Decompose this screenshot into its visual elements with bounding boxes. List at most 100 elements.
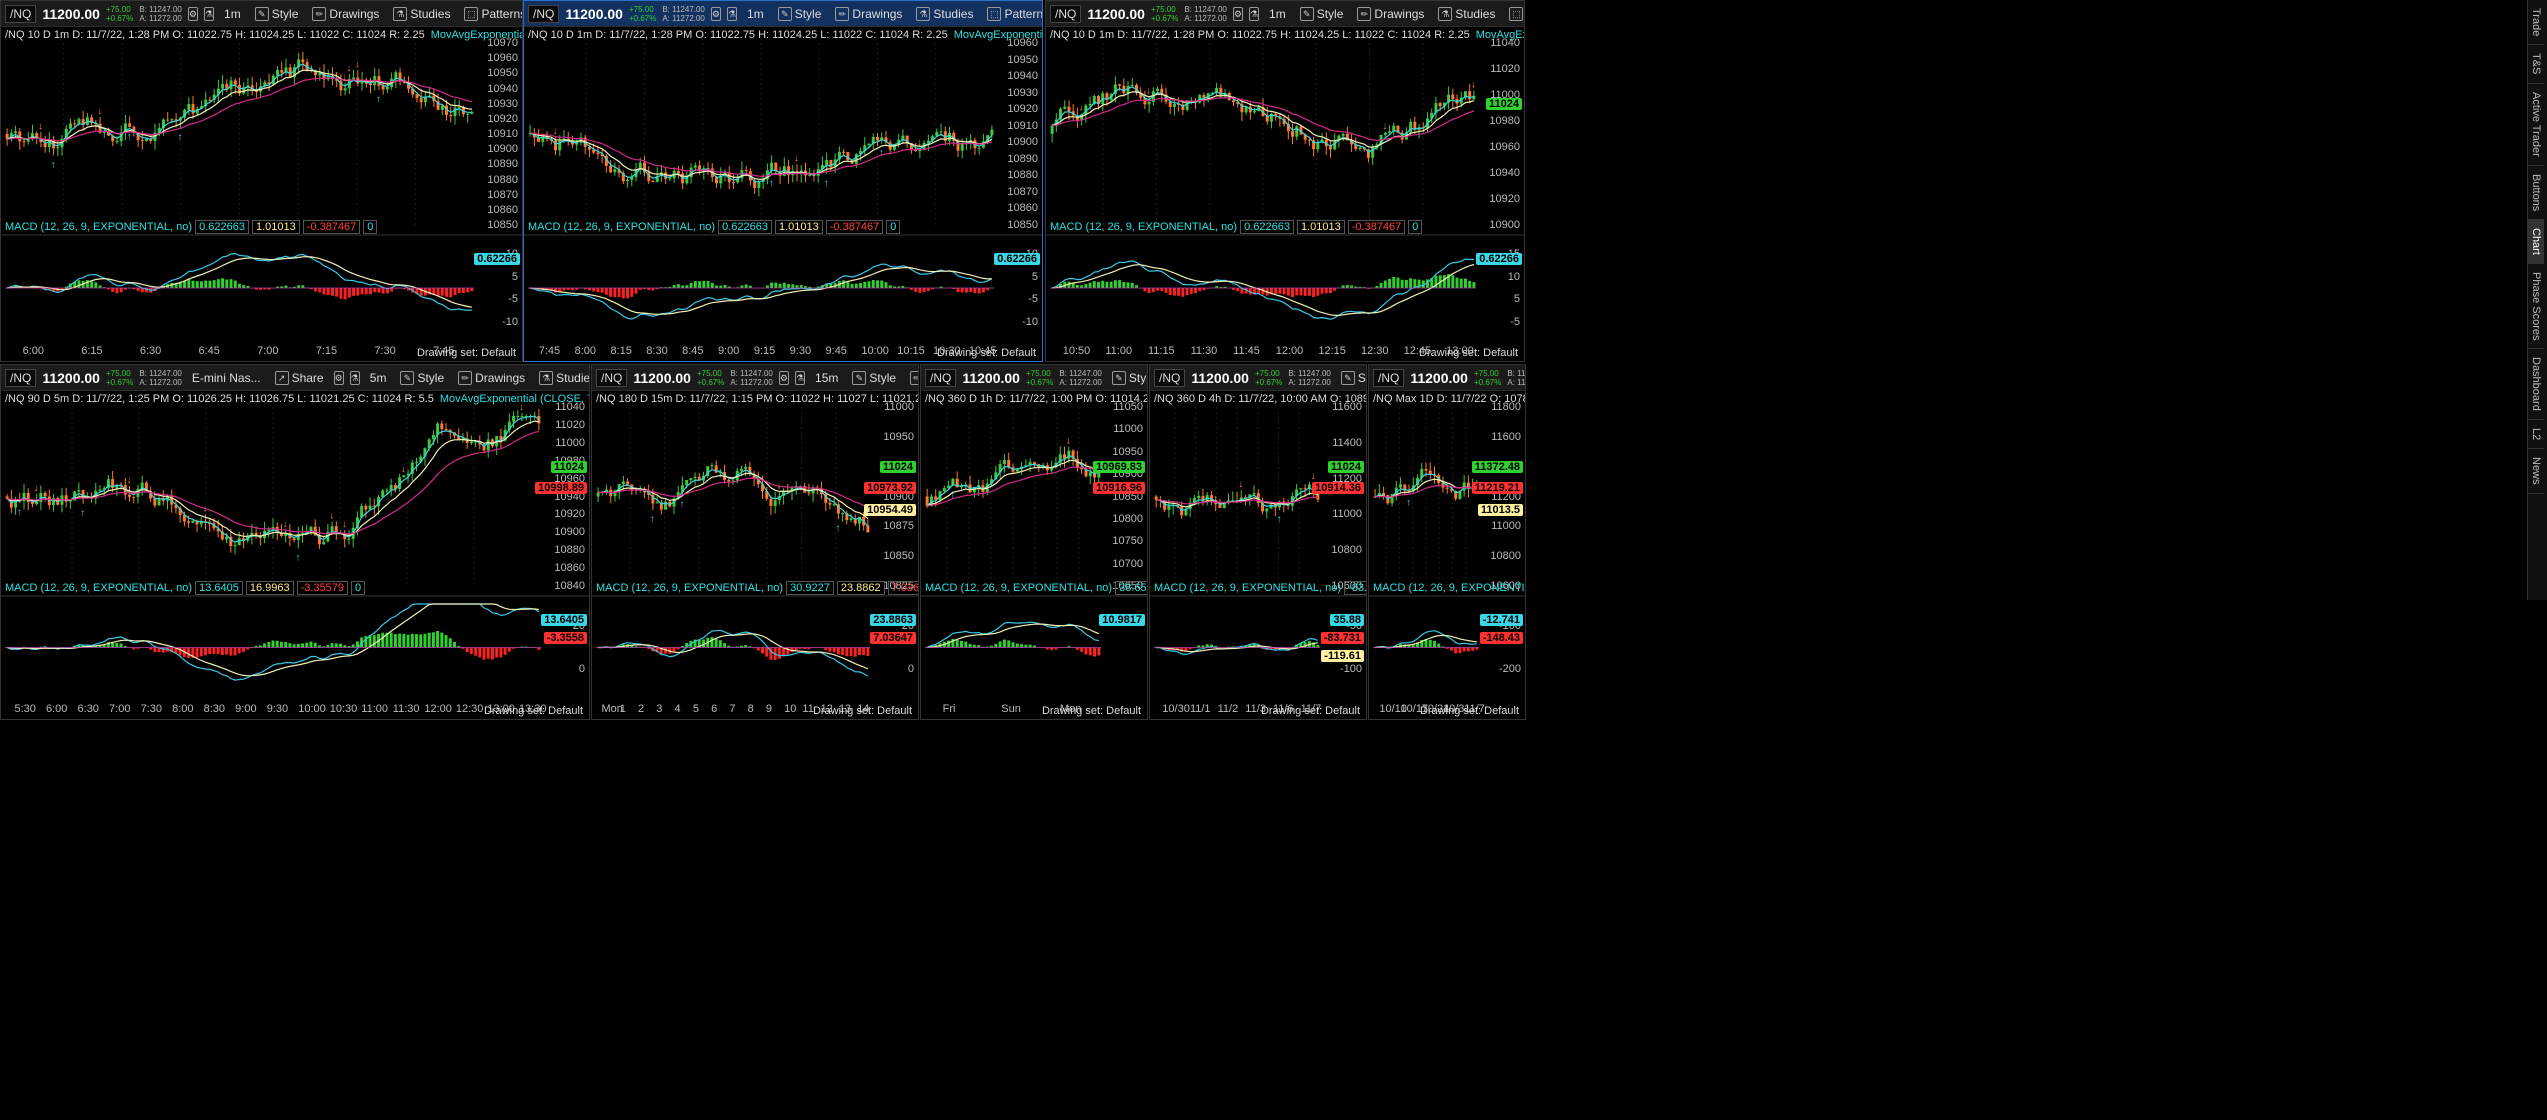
macd-histogram-bar [111,642,115,648]
buy-arrow-icon: ↑ [769,178,774,189]
macd-histogram-bar [495,647,499,658]
macd-histogram-bar [832,647,836,653]
macd-histogram-bar [322,288,326,295]
macd-histogram-bar [959,640,963,648]
macd-histogram-bar [1459,278,1463,288]
time-tick-label: 6:30 [139,345,162,357]
macd-header: MACD (12, 26, 9, EXPONENTIAL, no)-148.43… [1373,582,1525,594]
candle-body [942,488,946,492]
macd-histogram-bar [787,284,791,288]
macd-histogram-bar [791,284,795,288]
sidebar-tab-t-s[interactable]: T&S [2528,45,2544,84]
sidebar-tab-news[interactable]: News [2528,449,2544,494]
time-tick-label: 11/2 [1217,703,1239,715]
candle-body [368,505,372,510]
macd-histogram-bar [431,632,435,648]
macd-tag: 0.62266 [1476,253,1522,265]
sell-arrow-icon: ↓ [346,63,351,74]
macd-histogram-bar [153,647,157,653]
macd-histogram-bar [926,288,930,291]
chart-canvas[interactable]: ↓ ↓ ↓ ↓ [1046,1,1525,362]
macd-histogram-bar [1236,288,1240,292]
candle-body [1167,505,1171,510]
macd-histogram-bar [613,288,617,298]
time-tick-label: 9 [765,703,772,715]
price-tag: 10954.49 [864,503,916,516]
candle-body [854,154,858,164]
macd-histogram-bar [1388,278,1392,288]
chart-canvas[interactable]: ↓↑↓↑ ↑↓↓ ↓↑ [1,1,523,362]
right-sidebar: Trade T&S Active Trader Buttons Chart Phase S… [2527,0,2547,600]
time-tick-label: 7 [729,703,736,715]
candle-body [1067,450,1071,459]
macd-histogram-bar [1028,644,1032,648]
time-tick-label: 12:00 [1275,345,1304,357]
time-tick-label: 2 [638,703,645,715]
candle-body [727,479,731,482]
candle-body [385,86,389,90]
sidebar-tab-phase-scores[interactable]: Phase Scores [2528,264,2544,350]
macd-histogram-bar [1198,288,1202,292]
macd-histogram-bar [1449,647,1453,651]
price-tag: 10973.92 [864,482,916,495]
price-tag: 11372.48 [1471,460,1523,473]
sidebar-tab-chart[interactable]: Chart [2528,219,2544,264]
time-tick-label: 12:30 [455,703,484,715]
sidebar-tab-active-trader[interactable]: Active Trader [2528,84,2544,166]
time-tick-label: 6:15 [81,345,103,357]
time-tick-label: 10:50 [1062,345,1091,357]
sidebar-tab-buttons[interactable]: Buttons [2528,166,2544,220]
macd-histogram-bar [90,281,94,288]
sidebar-tab-l2[interactable]: L2 [2528,420,2544,450]
chart-canvas[interactable]: ↑↑↓↑ [592,365,919,720]
candle-body [440,423,444,430]
price-tick-label: 11000 [1113,423,1143,436]
sell-arrow-icon: ↓ [794,153,799,164]
candle-body [1316,142,1320,150]
sidebar-tab-trade[interactable]: Trade [2528,0,2544,46]
chart-canvas[interactable]: ↓↑↓↑↑↓ [524,1,1043,362]
candle-body [145,138,149,141]
macd-histogram-bar [220,647,224,656]
candle-body [710,465,714,467]
buy-arrow-icon: ↑ [51,159,56,170]
candle-body [960,143,964,151]
candle-body [43,492,47,497]
candle-body [444,429,448,431]
macd-histogram-bar [356,288,360,296]
price-tag: 11013.5 [1477,503,1523,516]
macd-histogram-bar [111,288,115,292]
macd-histogram-bar [621,288,625,299]
macd-histogram-bar [955,639,959,648]
price-tick-label: 11020 [1490,63,1520,75]
price-tick-label: 11000 [884,401,914,413]
macd-value: 16.9963 [245,581,294,595]
macd-header: MACD (12, 26, 9, EXPONENTIAL, no) 0.62266… [528,220,901,234]
sidebar-tab-dashboard[interactable]: Dashboard [2528,349,2544,421]
candle-body [191,520,195,523]
macd-tick-label: -100 [1339,663,1362,676]
candle-body [1451,94,1455,99]
macd-histogram-bar [347,288,351,298]
macd-histogram-bar [229,647,233,656]
price-tick-label: 10960 [1007,37,1038,49]
macd-histogram-bar [1147,288,1151,294]
macd-label: MACD (12, 26, 9, EXPONENTIAL, no) [1373,582,1525,594]
candle-body [77,490,81,492]
chart-canvas[interactable]: ↓ ↑ ↓ [1150,365,1367,720]
macd-histogram-bar [960,288,964,293]
candle-body [166,119,170,121]
time-tick-label: 7:00 [109,703,131,715]
price-tick-label: 11040 [1490,37,1520,49]
macd-histogram-bar [617,288,621,298]
macd-value: 13.6405 [195,581,243,595]
macd-histogram-bar [998,641,1002,648]
macd-histogram-bar [756,647,760,651]
macd-histogram-bar [1093,647,1097,657]
candle-body [744,466,748,469]
macd-histogram-bar [77,280,81,288]
chart-canvas[interactable]: ↑↓↑↓↓↓↑↓↓↓↓ [1,365,590,720]
macd-histogram-bar [1130,282,1134,288]
candle-body [977,147,981,149]
macd-histogram-bar [115,643,119,648]
